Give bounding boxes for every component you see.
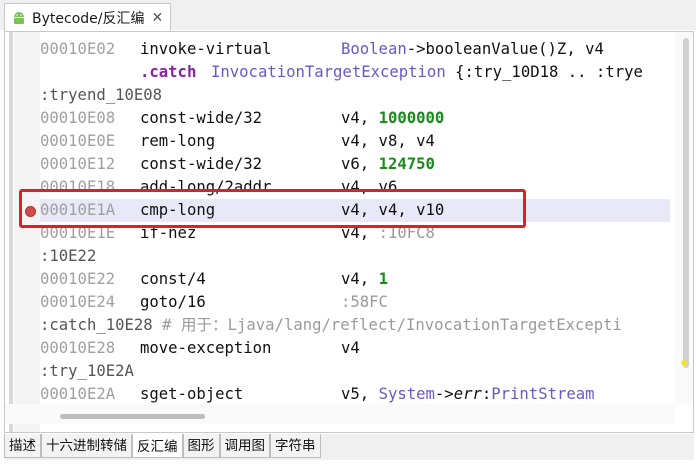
- close-icon[interactable]: ✕: [151, 11, 163, 25]
- code-line[interactable]: 00010E02 invoke-virtual Boolean->booleanVa…: [5, 38, 675, 61]
- instruction-address: 00010E28: [40, 339, 116, 357]
- code-comment: # 用于：Ljava/lang/reflect/InvocationTarget…: [152, 316, 622, 334]
- catch-handler: InvocationTargetException {:try_10D18 ..…: [211, 63, 643, 81]
- code-label: :10E22: [40, 247, 97, 265]
- code-line[interactable]: :catch_10E28 # 用于：Ljava/lang/reflect/Inv…: [5, 314, 675, 337]
- highlight-annotation-box: [19, 189, 526, 228]
- code-label: :catch_10E28 # 用于：Ljava/lang/reflect/Inv…: [40, 316, 622, 334]
- code-line[interactable]: 00010E08 const-wide/32 v4, 1000000: [5, 107, 675, 130]
- tab-title: Bytecode/反汇编: [32, 10, 145, 27]
- catch-directive: .catch: [140, 63, 197, 81]
- instruction-opcode: const-wide/32: [140, 109, 263, 127]
- code-label: :tryend_10E08: [40, 86, 163, 104]
- instruction-operands: v6, 124750: [341, 155, 435, 173]
- bottom-tab[interactable]: 图形: [182, 434, 220, 458]
- instruction-operands: :58FC: [341, 293, 388, 311]
- code-line[interactable]: 00010E12 const-wide/32 v6, 124750: [5, 153, 675, 176]
- bottom-tab[interactable]: 调用图: [219, 434, 270, 458]
- view-tabs: 描述 十六进制转储 反汇编 图形 调用图 字符串: [4, 434, 694, 460]
- code-line[interactable]: 00010E28 move-exception v4: [5, 337, 675, 360]
- code-label: :try_10E2A: [40, 362, 134, 380]
- instruction-operands: v4, 1: [341, 270, 388, 288]
- instruction-operands: v5, System->err:PrintStream: [341, 385, 595, 403]
- instruction-opcode: const-wide/32: [140, 155, 263, 173]
- instruction-address: 00010E12: [40, 155, 116, 173]
- instruction-address: 00010E0E: [40, 132, 116, 150]
- code-line[interactable]: :10E22: [5, 245, 675, 268]
- code-line[interactable]: 00010E22 const/4 v4, 1: [5, 268, 675, 291]
- code-line[interactable]: :tryend_10E08: [5, 84, 675, 107]
- instruction-address: 00010E02: [40, 40, 116, 58]
- bottom-tab[interactable]: 字符串: [270, 434, 321, 458]
- editor-tab-strip: Bytecode/反汇编 ✕: [0, 0, 696, 31]
- disassembly-editor[interactable]: 00010E02 invoke-virtual Boolean->booleanVa…: [4, 31, 694, 433]
- code-line[interactable]: :try_10E2A: [5, 360, 675, 383]
- instruction-opcode: const/4: [140, 270, 206, 288]
- bottom-tab[interactable]: 反汇编: [132, 434, 183, 458]
- code-line[interactable]: 00010E0E rem-long v4, v8, v4: [5, 130, 675, 153]
- bottom-tab[interactable]: 十六进制转储: [41, 434, 132, 458]
- instruction-opcode: rem-long: [140, 132, 216, 150]
- code-line[interactable]: 00010E2A sget-object v5, System->err:Print…: [5, 383, 675, 404]
- vertical-scroll-thumb[interactable]: [683, 38, 689, 368]
- instruction-operands: v4, 1000000: [341, 109, 445, 127]
- instruction-operands: Boolean->booleanValue()Z, v4: [341, 40, 604, 58]
- instruction-address: 00010E22: [40, 270, 116, 288]
- instruction-address: 00010E08: [40, 109, 116, 127]
- vertical-scrollbar[interactable]: [675, 32, 693, 404]
- horizontal-scrollbar[interactable]: [5, 404, 675, 424]
- scroll-marker: [681, 360, 687, 366]
- instruction-opcode: move-exception: [140, 339, 272, 357]
- instruction-address: 00010E24: [40, 293, 116, 311]
- code-line[interactable]: 00010E24 goto/16 :58FC: [5, 291, 675, 314]
- instruction-operands: v4, v8, v4: [341, 132, 435, 150]
- instruction-opcode: invoke-virtual: [140, 40, 272, 58]
- instruction-operands: v4: [341, 339, 360, 357]
- instruction-address: 00010E2A: [40, 385, 116, 403]
- code-line[interactable]: .catch InvocationTargetException {:try_10…: [5, 61, 675, 84]
- tab-bytecode[interactable]: Bytecode/反汇编 ✕: [4, 3, 171, 31]
- horizontal-scroll-thumb[interactable]: [60, 414, 205, 419]
- bottom-tab[interactable]: 描述: [4, 434, 41, 458]
- android-icon: [14, 11, 24, 24]
- instruction-opcode: goto/16: [140, 293, 206, 311]
- instruction-opcode: sget-object: [140, 385, 244, 403]
